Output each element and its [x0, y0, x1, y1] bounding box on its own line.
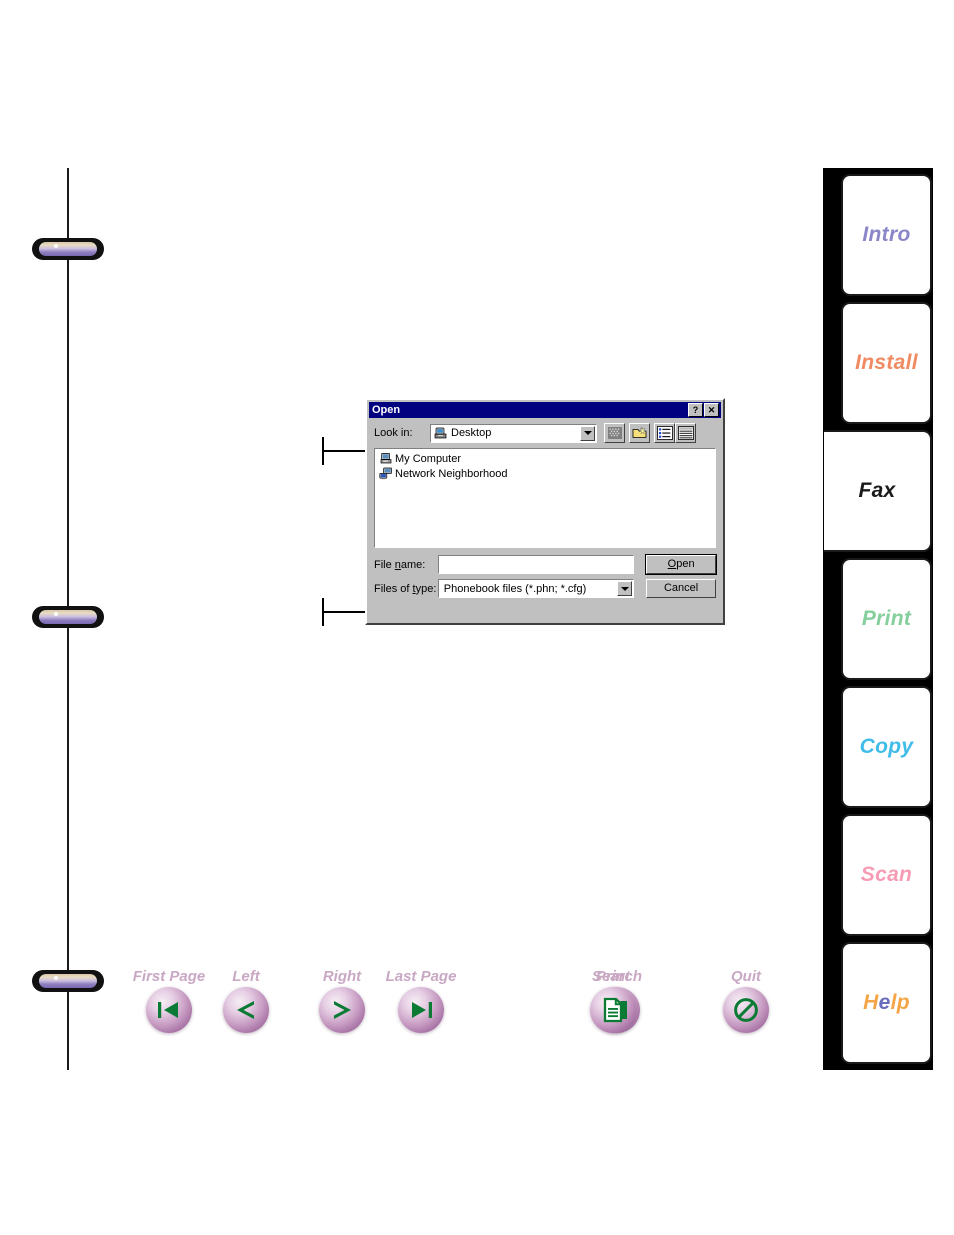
dialog-body: Look in: Desktop My Computer Network Nei…	[367, 418, 723, 598]
list-view-icon	[656, 426, 673, 440]
next-page-button[interactable]: Right	[306, 968, 378, 1033]
files-of-type-row: Files of type: Phonebook files (*.phn; *…	[374, 579, 716, 598]
quit-label: Quit	[731, 968, 761, 985]
previous-page-label: Left	[232, 968, 260, 985]
tab-help-label: Help	[863, 991, 910, 1014]
marker-highlight	[54, 976, 58, 980]
file-name-accel: n	[394, 558, 401, 571]
last-page-orb[interactable]	[398, 987, 444, 1033]
list-item[interactable]: Network Neighborhood	[377, 466, 715, 481]
look-in-label: Look in:	[374, 427, 430, 439]
utility-navigation-bar: Search Print Quit	[586, 968, 801, 1060]
file-name-input[interactable]	[437, 555, 635, 574]
file-name-row: File name: Open	[374, 555, 716, 574]
look-in-row: Look in: Desktop	[374, 423, 716, 443]
list-item-label: My Computer	[395, 452, 462, 465]
close-icon[interactable]: ✕	[704, 403, 719, 417]
files-of-type-combobox[interactable]: Phonebook files (*.phn; *.cfg)	[437, 579, 635, 598]
list-item-label: Network Neighborhood	[395, 467, 508, 480]
chevron-down-icon[interactable]	[580, 425, 595, 441]
print-button[interactable]: Print	[586, 968, 640, 1033]
marker-fill	[39, 610, 97, 624]
print-icon	[602, 997, 624, 1023]
tab-help[interactable]: Help	[841, 942, 932, 1064]
next-page-icon	[328, 999, 356, 1021]
dialog-titlebar[interactable]: Open ? ✕	[369, 402, 721, 418]
file-list[interactable]: My Computer Network Neighborhood	[374, 448, 716, 548]
list-view-button[interactable]	[654, 423, 675, 443]
quit-icon	[733, 997, 759, 1023]
last-page-icon	[407, 999, 435, 1021]
marker-fill	[39, 974, 97, 988]
section-tab-strip: Intro Install Fax Print Copy Scan Help	[823, 168, 933, 1070]
last-page-label: Last Page	[385, 968, 457, 985]
margin-marker-top	[32, 238, 104, 260]
previous-page-orb[interactable]	[223, 987, 269, 1033]
tab-print[interactable]: Print	[841, 558, 932, 680]
marker-highlight	[54, 612, 58, 616]
files-of-type-value: Phonebook files (*.phn; *.cfg)	[443, 582, 587, 595]
tab-print-label: Print	[861, 607, 912, 630]
margin-marker-middle	[32, 606, 104, 628]
look-in-combobox[interactable]: Desktop	[430, 423, 597, 443]
new-folder-icon	[632, 427, 647, 438]
dialog-footer: File name: Open Files of type: Phonebook…	[374, 555, 716, 598]
look-in-value: Desktop	[451, 427, 492, 439]
last-page-button[interactable]: Last Page	[380, 968, 462, 1033]
previous-page-button[interactable]: Left	[210, 968, 282, 1033]
tab-fax-label: Fax	[858, 479, 896, 502]
tab-copy-label: Copy	[859, 735, 914, 758]
my-computer-icon	[379, 452, 393, 465]
cancel-button[interactable]: Cancel	[646, 579, 716, 598]
open-file-dialog: Open ? ✕ Look in: Desktop My Computer Ne…	[365, 398, 725, 625]
details-view-icon	[677, 426, 694, 440]
up-one-level-button[interactable]	[604, 423, 625, 443]
tab-scan[interactable]: Scan	[841, 814, 932, 936]
page-navigation-bar: First Page Left Right Last Page	[128, 968, 468, 1060]
dialog-title: Open	[372, 404, 401, 416]
open-accel: O	[667, 558, 677, 570]
tab-install[interactable]: Install	[841, 302, 932, 424]
files-of-type-label: Files of type:	[374, 582, 437, 595]
margin-marker-bottom	[32, 970, 104, 992]
help-button[interactable]: ?	[688, 403, 703, 417]
look-in-label-text: Look in:	[374, 427, 413, 439]
up-one-level-icon	[607, 427, 622, 439]
open-button[interactable]: Open	[646, 555, 716, 574]
first-page-label: First Page	[132, 968, 206, 985]
file-name-label: File name:	[374, 558, 426, 571]
first-page-icon	[155, 999, 183, 1021]
tab-fax[interactable]: Fax	[824, 430, 932, 552]
create-new-folder-button[interactable]	[629, 423, 650, 443]
tab-scan-label: Scan	[860, 863, 913, 886]
details-view-button[interactable]	[675, 423, 696, 443]
callout-file-list-line	[322, 450, 370, 452]
tab-intro[interactable]: Intro	[841, 174, 932, 296]
first-page-button[interactable]: First Page	[128, 968, 210, 1033]
network-neighborhood-icon	[379, 467, 393, 480]
print-label: Print	[595, 968, 631, 985]
next-page-orb[interactable]	[319, 987, 365, 1033]
marker-fill	[39, 242, 97, 256]
previous-page-icon	[232, 999, 260, 1021]
tab-copy[interactable]: Copy	[841, 686, 932, 808]
tab-intro-label: Intro	[862, 223, 911, 246]
quit-orb[interactable]	[723, 987, 769, 1033]
list-item[interactable]: My Computer	[377, 451, 715, 466]
quit-button[interactable]: Quit	[718, 968, 774, 1033]
marker-highlight	[54, 244, 58, 248]
first-page-orb[interactable]	[146, 987, 192, 1033]
chevron-down-icon[interactable]	[617, 581, 633, 596]
desktop-icon	[433, 426, 448, 440]
next-page-label: Right	[322, 968, 362, 985]
tab-install-label: Install	[855, 351, 918, 374]
dialog-toolbar	[604, 423, 700, 443]
files-of-type-accel: t	[412, 582, 416, 595]
